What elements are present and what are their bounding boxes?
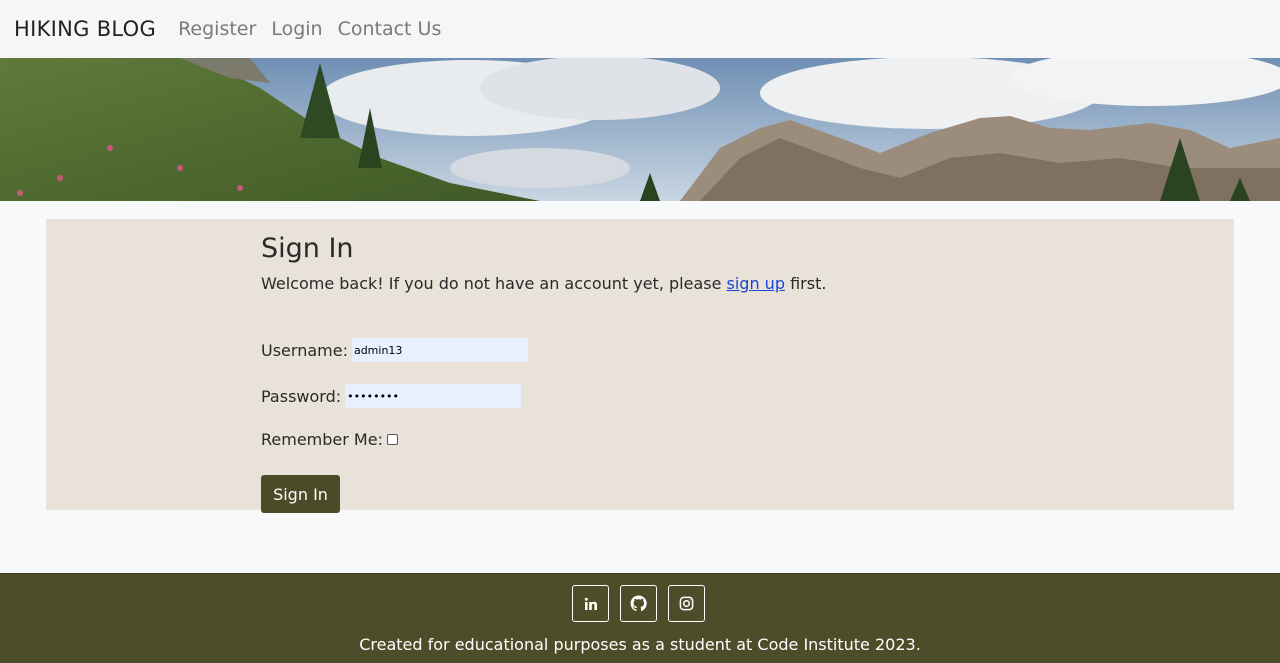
signin-intro: Welcome back! If you do not have an acco… xyxy=(261,274,961,293)
intro-suffix: first. xyxy=(784,274,827,293)
username-row: Username: xyxy=(261,338,528,362)
remember-label: Remember Me: xyxy=(261,430,383,449)
github-icon[interactable] xyxy=(620,585,657,622)
hero-banner-image xyxy=(0,58,1280,201)
signin-form: Sign In Welcome back! If you do not have… xyxy=(261,231,961,513)
social-links xyxy=(572,585,705,622)
signin-button[interactable]: Sign In xyxy=(261,475,340,513)
footer: Created for educational purposes as a st… xyxy=(0,573,1280,663)
footer-text: Created for educational purposes as a st… xyxy=(359,635,921,654)
password-row: Password: xyxy=(261,384,522,408)
nav-contact-link[interactable]: Contact Us xyxy=(338,18,442,40)
signin-card: Sign In Welcome back! If you do not have… xyxy=(46,219,1234,513)
linkedin-icon[interactable] xyxy=(572,585,609,622)
nav-login-link[interactable]: Login xyxy=(271,18,322,40)
intro-prefix: Welcome back! If you do not have an acco… xyxy=(261,274,727,293)
signup-link[interactable]: sign up xyxy=(727,274,785,293)
nav-register-link[interactable]: Register xyxy=(178,18,256,40)
username-label: Username: xyxy=(261,340,348,360)
navbar: HIKING BLOG Register Login Contact Us xyxy=(0,0,1280,58)
remember-checkbox[interactable] xyxy=(386,434,398,445)
password-input[interactable] xyxy=(345,384,522,408)
page-title: Sign In xyxy=(261,233,354,264)
brand-link[interactable]: HIKING BLOG xyxy=(14,17,156,41)
username-input[interactable] xyxy=(351,338,528,362)
password-label: Password: xyxy=(261,386,342,406)
remember-row: Remember Me: xyxy=(261,430,398,449)
instagram-icon[interactable] xyxy=(668,585,705,622)
